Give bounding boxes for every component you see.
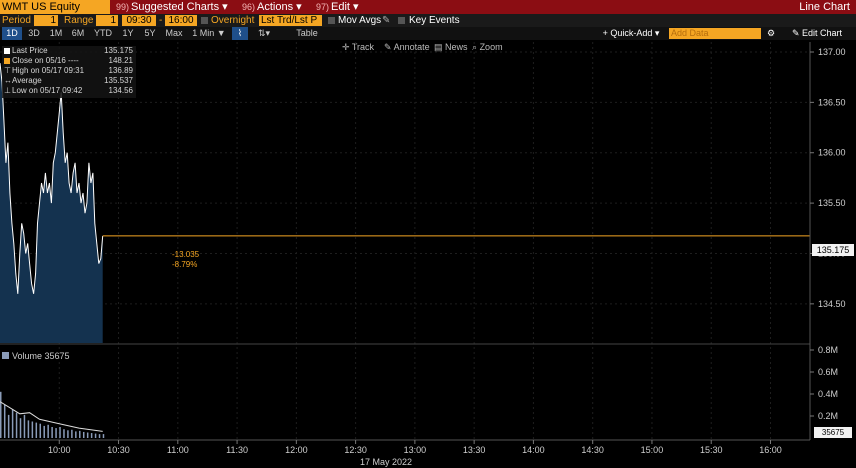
legend-label: High on 05/17 09:31: [12, 66, 85, 75]
volume-bar: [79, 430, 81, 438]
volume-bar: [71, 429, 73, 438]
legend-label: Low on 05/17 09:42: [12, 86, 83, 95]
time-tick-label: 13:30: [463, 445, 486, 455]
volume-bar: [39, 423, 42, 438]
volume-bar: [98, 434, 101, 438]
legend: Last Price 135.175 Close on 05/16 ---- 1…: [2, 46, 136, 98]
high-icon: ⊤: [4, 66, 11, 75]
volume-bars: [0, 391, 105, 438]
volume-header: Volume 35675: [2, 350, 70, 362]
legend-high: ⊤ High on 05/17 09:31 136.89: [2, 66, 136, 76]
time-tick-label: 14:00: [522, 445, 545, 455]
volume-bar: [43, 425, 45, 438]
time-tick-label: 15:00: [641, 445, 664, 455]
change-pct: -8.79%: [172, 260, 198, 269]
legend-value: 135.537: [104, 76, 133, 85]
price-tick-label: 134.50: [818, 299, 846, 309]
time-axis-ticks: 10:00 10:30 11:00 11:30 12:00 12:30 13:00 13:30…: [48, 440, 782, 455]
volume-bar: [86, 432, 89, 438]
volume-tick-label: 0.8M: [818, 345, 838, 355]
close-swatch: [4, 58, 10, 64]
volume-bar: [55, 428, 57, 438]
volume-bar: [47, 424, 49, 438]
volume-label: Volume 35675: [12, 351, 70, 361]
legend-label: Last Price: [12, 46, 48, 55]
low-icon: ⊥: [4, 86, 11, 95]
time-tick-label: 10:30: [107, 445, 130, 455]
volume-bar: [3, 405, 6, 438]
volume-bar: [27, 420, 30, 438]
volume-tick-label: 0.2M: [818, 411, 838, 421]
legend-value: 135.175: [104, 46, 133, 55]
volume-bar: [15, 412, 18, 438]
volume-bar: [94, 433, 97, 438]
volume-bar: [63, 429, 65, 438]
volume-tick-label: 0.4M: [818, 389, 838, 399]
volume-bar: [75, 431, 77, 438]
volume-axis-ticks: 0.8M 0.6M 0.4M 0.2M: [810, 345, 838, 421]
date-label: 17 May 2022: [360, 457, 413, 467]
volume-tick-label: 0.6M: [818, 367, 838, 377]
last-price-box: 135.175: [812, 244, 854, 256]
last-price-swatch: [4, 48, 10, 54]
time-tick-label: 13:00: [404, 445, 427, 455]
change-abs: -13.035: [172, 250, 200, 259]
price-tick-label: 135.50: [818, 198, 846, 208]
volume-bar: [31, 421, 34, 438]
time-tick-label: 14:30: [581, 445, 604, 455]
volume-bar: [67, 430, 69, 438]
time-tick-label: 11:00: [167, 445, 189, 455]
legend-last-price: Last Price 135.175: [2, 46, 136, 56]
legend-value: 148.21: [108, 56, 133, 65]
volume-bar: [19, 418, 22, 438]
legend-low: ⊥ Low on 05/17 09:42 134.56: [2, 86, 136, 96]
volume-bar: [23, 414, 26, 438]
volume-swatch: [2, 352, 9, 359]
price-tick-label: 136.00: [818, 148, 846, 158]
volume-bar: [51, 427, 53, 438]
legend-close: Close on 05/16 ---- 148.21: [2, 56, 136, 66]
grid: [0, 42, 810, 440]
volume-bar: [35, 422, 38, 438]
time-tick-label: 11:30: [226, 445, 248, 455]
volume-bar: [7, 414, 10, 438]
volume-bar: [82, 431, 85, 438]
price-tick-label: 136.50: [818, 97, 846, 107]
legend-value: 136.89: [108, 66, 133, 75]
volume-bar: [90, 433, 93, 438]
legend-label: Close on 05/16 ----: [12, 56, 79, 65]
time-tick-label: 15:30: [700, 445, 723, 455]
volume-bar: [59, 427, 61, 438]
volume-bar: [102, 434, 105, 438]
volume-bar: [11, 409, 14, 438]
time-tick-label: 12:00: [285, 445, 308, 455]
price-axis-ticks: 137.00136.50136.00135.50135.00134.50: [810, 47, 846, 309]
volume-bar: [0, 391, 2, 438]
legend-average: ↔ Average 135.537: [2, 76, 136, 86]
legend-label: Average: [12, 76, 42, 85]
price-tick-label: 137.00: [818, 47, 846, 57]
time-tick-label: 12:30: [344, 445, 367, 455]
volume-box: 35675: [814, 427, 852, 438]
time-tick-label: 10:00: [48, 445, 71, 455]
time-tick-label: 16:00: [759, 445, 782, 455]
average-icon: ↔: [4, 76, 12, 85]
legend-value: 134.56: [108, 86, 133, 95]
volume-average-line: [0, 401, 103, 432]
